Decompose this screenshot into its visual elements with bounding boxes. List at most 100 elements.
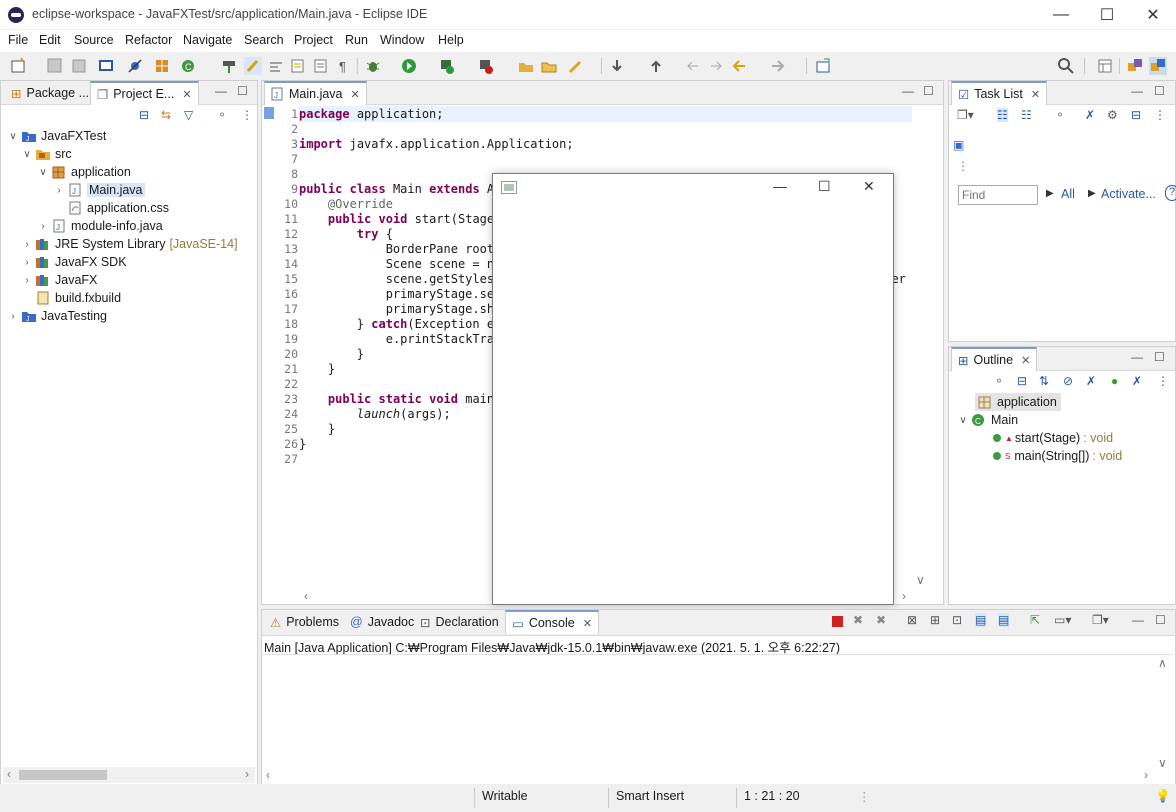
view-menu-icon[interactable]: ⋮ [1157, 374, 1169, 388]
outline-item-start[interactable]: ▲ start(Stage) : void [993, 429, 1113, 447]
maximize-button[interactable]: ☐ [1084, 0, 1130, 30]
hide-completed-icon[interactable]: ✗ [1085, 108, 1095, 122]
skip-breakpoints-icon[interactable] [126, 57, 144, 75]
run-icon[interactable] [400, 57, 418, 75]
chevron-right-icon[interactable]: › [245, 767, 249, 781]
maximize-view-icon[interactable]: ☐ [923, 84, 934, 98]
chevron-down-icon[interactable]: ∨ [916, 573, 925, 587]
display-console-icon[interactable]: ▭▾ [1054, 613, 1071, 627]
fx-minimize-button[interactable]: — [773, 178, 787, 194]
minimize-button[interactable]: — [1038, 0, 1084, 30]
toggle-block-selection-icon[interactable] [267, 57, 285, 75]
chevron-left-icon[interactable]: ‹ [7, 767, 11, 781]
tree-item-build-fxbuild[interactable]: build.fxbuild [21, 289, 121, 307]
forward-icon[interactable] [768, 57, 786, 75]
tree-item-main-java[interactable]: › J Main.java [53, 181, 145, 199]
close-icon[interactable]: ✕ [351, 88, 360, 101]
chevron-up-icon[interactable]: ∧ [1158, 656, 1167, 670]
tab-problems[interactable]: ⚠ Problems [264, 610, 345, 634]
close-icon[interactable]: ✕ [182, 88, 191, 101]
tree-item-application-package[interactable]: ∨ application [37, 163, 130, 181]
maximize-view-icon[interactable]: ☐ [1154, 350, 1165, 364]
next-annotation-icon[interactable] [289, 57, 307, 75]
menu-search[interactable]: Search [244, 33, 284, 47]
new-class-icon[interactable]: C [179, 57, 197, 75]
all-link[interactable]: All [1061, 187, 1075, 201]
new-task-icon[interactable]: ❐▾ [957, 108, 974, 122]
help-icon[interactable]: ? [1165, 185, 1176, 201]
find-input[interactable] [958, 185, 1038, 205]
save-all-icon[interactable] [70, 57, 88, 75]
view-menu-icon[interactable]: ⋮ [241, 108, 253, 122]
remove-all-terminated-icon[interactable]: ✖ [876, 613, 886, 627]
chevron-left-icon[interactable]: ‹ [304, 589, 308, 603]
horizontal-scrollbar[interactable]: ‹ › [3, 767, 255, 783]
view-menu-icon[interactable]: ⋮ [1154, 108, 1166, 122]
next-location-icon[interactable] [707, 57, 725, 75]
java-ee-perspective-icon[interactable] [1126, 57, 1144, 75]
menu-source[interactable]: Source [74, 33, 114, 47]
synchronize-icon[interactable]: ⚙ [1107, 108, 1118, 122]
open-folder-icon[interactable] [540, 57, 558, 75]
hide-local-types-icon[interactable]: ✗ [1132, 374, 1142, 388]
maximize-view-icon[interactable]: ☐ [1155, 613, 1166, 627]
collapse-all-icon[interactable]: ⊟ [1017, 374, 1027, 388]
menu-navigate[interactable]: Navigate [183, 33, 232, 47]
focus-icon[interactable]: ⚬ [1055, 108, 1065, 122]
remove-launch-icon[interactable]: ✖ [853, 613, 863, 627]
tree-item-module-info[interactable]: › J module-info.java [37, 217, 162, 235]
minimize-view-icon[interactable]: — [1132, 613, 1144, 627]
terminate-icon[interactable] [832, 616, 843, 627]
open-console-icon[interactable]: ❐▾ [1092, 613, 1109, 627]
clear-console-icon[interactable]: ⊠ [907, 613, 917, 627]
tab-project-explorer[interactable]: ❐ Project E... ✕ [90, 81, 199, 105]
collapse-all-icon[interactable]: ⊟ [1131, 108, 1141, 122]
run-coverage-icon[interactable] [438, 57, 456, 75]
close-button[interactable]: ✕ [1130, 0, 1176, 30]
focus-icon[interactable]: ⚬ [994, 374, 1004, 388]
coverage-icon[interactable] [220, 57, 238, 75]
tab-declaration[interactable]: ⊡ Declaration [414, 610, 505, 634]
tree-item-javafx[interactable]: › JavaFX [21, 271, 97, 289]
categorized-icon[interactable]: ☷ [997, 108, 1008, 122]
tab-task-list[interactable]: ☑ Task List ✕ [951, 81, 1048, 105]
chevron-right-icon[interactable]: › [1144, 768, 1148, 782]
run-external-tools-icon[interactable] [477, 57, 495, 75]
maximize-view-icon[interactable]: ☐ [1154, 84, 1165, 98]
sort-icon[interactable]: ⇅ [1039, 374, 1049, 388]
open-perspective-icon[interactable] [1096, 57, 1114, 75]
toggle-mark-occurrences-icon[interactable] [244, 57, 262, 75]
menu-refactor[interactable]: Refactor [125, 33, 172, 47]
close-icon[interactable]: ✕ [583, 617, 592, 630]
pin-editor-icon[interactable] [814, 57, 832, 75]
tree-item-javatesting[interactable]: › J JavaTesting [7, 307, 107, 325]
outline-item-main-method[interactable]: S main(String[]) : void [993, 447, 1122, 465]
minimize-view-icon[interactable]: — [902, 84, 914, 98]
filter-icon[interactable]: ▽ [184, 108, 193, 122]
next-edit-icon[interactable] [608, 57, 626, 75]
tab-package-explorer[interactable]: ⊞ Package ... [5, 81, 95, 105]
javafx-app-window[interactable]: — ☐ ✕ [492, 173, 894, 605]
debug-icon[interactable] [364, 57, 382, 75]
scrollbar-thumb[interactable] [19, 770, 107, 780]
word-wrap-icon[interactable]: ⊡ [952, 613, 962, 627]
terminal-icon[interactable] [97, 57, 115, 75]
scroll-lock-icon[interactable]: ⊞ [930, 613, 940, 627]
tree-item-javafxtest[interactable]: ∨ J JavaFXTest [7, 127, 106, 145]
java-perspective-icon[interactable] [1149, 57, 1167, 75]
menu-edit[interactable]: Edit [39, 33, 61, 47]
tab-main-java[interactable]: J Main.java ✕ [264, 81, 367, 105]
last-edit-location-icon[interactable] [684, 57, 702, 75]
close-icon[interactable]: ✕ [1031, 88, 1040, 101]
tree-item-src[interactable]: ∨ src [21, 145, 71, 163]
show-whitespace-icon[interactable]: ¶ [335, 57, 353, 75]
outline-item-main[interactable]: ∨ C Main [957, 411, 1018, 429]
fx-close-button[interactable]: ✕ [863, 178, 875, 195]
hide-non-public-icon[interactable]: ● [1111, 374, 1118, 388]
tab-javadoc[interactable]: @ Javadoc [344, 610, 420, 634]
minimize-view-icon[interactable]: — [215, 84, 227, 98]
chevron-left-icon[interactable]: ‹ [266, 768, 270, 782]
tree-item-jre-library[interactable]: › JRE System Library [JavaSE-14] [21, 235, 237, 253]
new-icon[interactable] [10, 57, 28, 75]
focus-icon[interactable]: ⚬ [217, 108, 227, 122]
